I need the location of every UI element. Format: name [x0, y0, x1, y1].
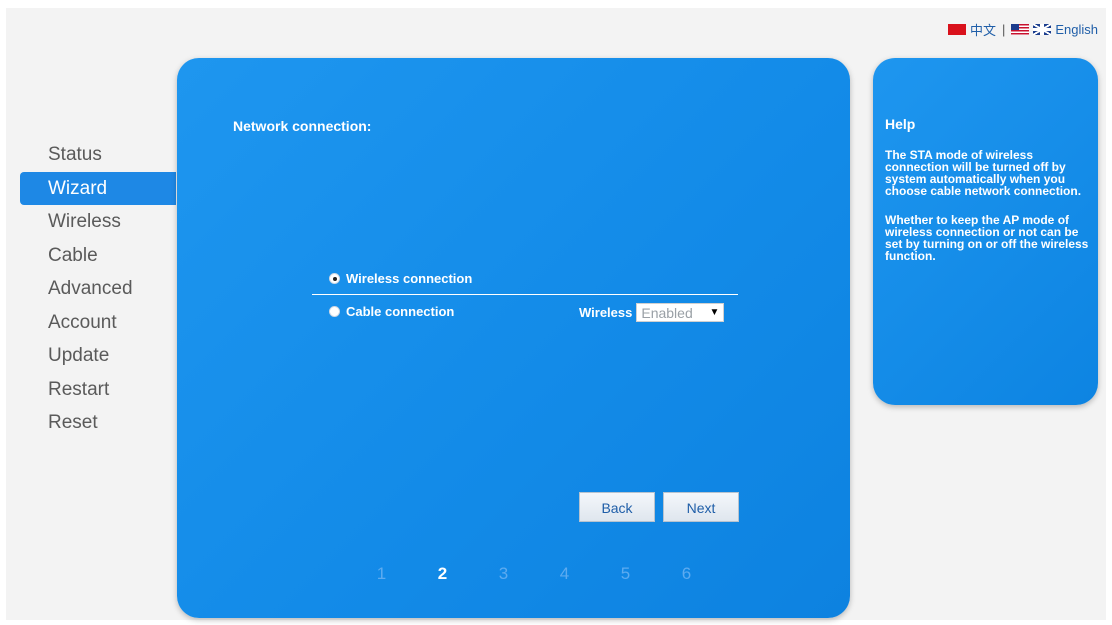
wireless-connection-option[interactable]: Wireless connection [329, 271, 472, 286]
sidebar-item-account[interactable]: Account [20, 306, 176, 340]
sidebar-item-reset[interactable]: Reset [20, 406, 176, 440]
step-3: 3 [498, 564, 509, 583]
china-flag-icon[interactable] [947, 24, 966, 35]
next-button[interactable]: Next [663, 492, 739, 522]
sidebar-item-status[interactable]: Status [20, 138, 176, 172]
option-divider [312, 294, 738, 295]
language-switcher: 中文 | English [947, 20, 1098, 39]
help-text: The STA mode of wireless connection will… [885, 149, 1095, 279]
language-english-link[interactable]: English [1055, 22, 1098, 37]
cable-connection-label[interactable]: Cable connection [346, 304, 454, 319]
language-chinese-link[interactable]: 中文 [970, 20, 996, 39]
step-4: 4 [559, 564, 570, 583]
help-title: Help [885, 116, 916, 132]
sidebar-item-wireless[interactable]: Wireless [20, 205, 176, 239]
help-paragraph: Whether to keep the AP mode of wireless … [885, 213, 1089, 263]
wireless-setting: Wireless Enabled ▼ [579, 303, 725, 322]
page-title: Network connection: [233, 118, 372, 134]
sidebar-item-restart[interactable]: Restart [20, 373, 176, 407]
dropdown-arrow-icon: ▼ [709, 307, 720, 318]
wireless-connection-radio[interactable] [329, 273, 340, 284]
wizard-panel: Network connection: Wireless connection … [177, 58, 850, 618]
wireless-select-value: Enabled [641, 304, 693, 321]
back-button[interactable]: Back [579, 492, 655, 522]
wireless-connection-label[interactable]: Wireless connection [346, 271, 472, 286]
sidebar-nav: Status Wizard Wireless Cable Advanced Ac… [20, 138, 176, 440]
wizard-steps: 1 2 3 4 5 6 [351, 564, 717, 584]
help-paragraph: The STA mode of wireless connection will… [885, 148, 1082, 198]
wireless-setting-label: Wireless [579, 305, 633, 320]
cable-connection-option[interactable]: Cable connection [329, 304, 454, 319]
step-5: 5 [620, 564, 631, 583]
language-separator: | [1001, 22, 1006, 37]
wireless-select[interactable]: Enabled ▼ [636, 303, 725, 322]
step-6: 6 [681, 564, 692, 583]
us-flag-icon[interactable] [1011, 24, 1030, 35]
sidebar-item-cable[interactable]: Cable [20, 239, 176, 273]
sidebar-item-advanced[interactable]: Advanced [20, 272, 176, 306]
help-panel: Help The STA mode of wireless connection… [873, 58, 1098, 405]
step-1: 1 [376, 564, 387, 583]
step-2-current: 2 [437, 564, 448, 583]
sidebar-item-wizard[interactable]: Wizard [20, 171, 176, 205]
cable-connection-radio[interactable] [329, 306, 340, 317]
sidebar-item-update[interactable]: Update [20, 339, 176, 373]
uk-flag-icon[interactable] [1033, 24, 1052, 35]
